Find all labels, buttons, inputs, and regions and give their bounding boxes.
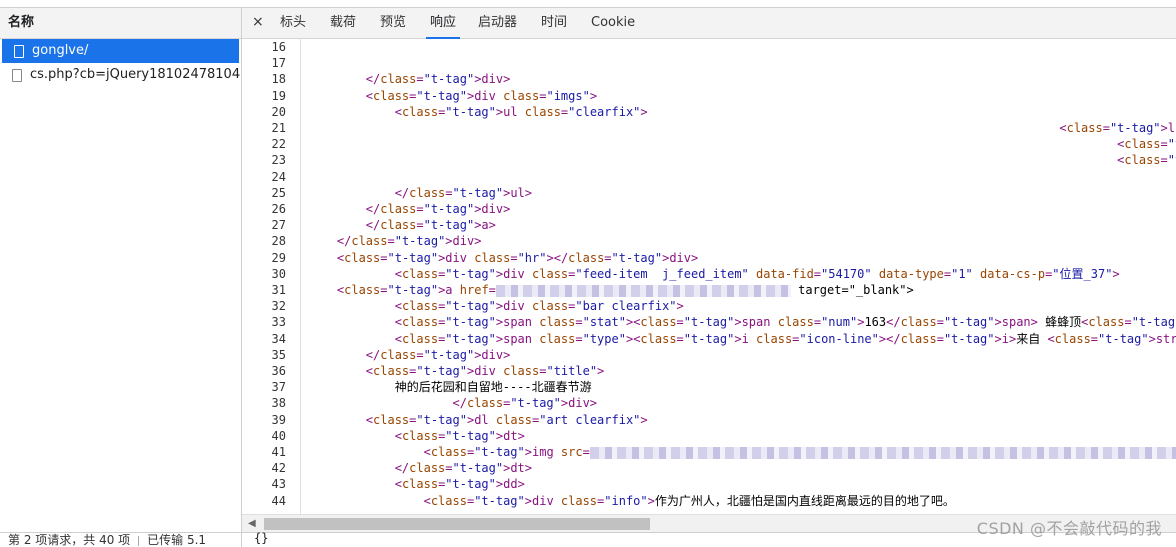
code-text: <class="t-tag">div class="bar clearfix"> [394, 299, 684, 314]
code-text: <class="t-tag">li><class="t-tag">img src… [1117, 153, 1176, 168]
code-text: <class="t-tag">div class="feed-item j_fe… [394, 266, 1120, 281]
code-text: <class="t-tag">dd> [394, 477, 525, 492]
line-number: 16 [271, 40, 286, 54]
document-icon [12, 69, 22, 82]
line-number: 39 [271, 412, 286, 427]
code-text: <class="t-tag">dl class="art clearfix"> [365, 412, 648, 427]
network-status-bar: 第 2 项请求，共 40 项 已传输 5.1 [0, 532, 241, 547]
code-text: </class="t-tag">ul> [394, 185, 533, 200]
line-number: 26 [271, 202, 286, 216]
line-number: 31 [271, 283, 286, 297]
line-number: 38 [271, 396, 286, 411]
code-text: </class="t-tag">div> [365, 202, 511, 216]
code-text: <class="t-tag">span class="stat"><class=… [394, 315, 1176, 330]
code-text: <class="t-tag">div class="title"> [365, 364, 605, 378]
code-text: </class="t-tag">div> [365, 72, 511, 87]
line-number: 29 [271, 250, 286, 265]
code-text: <class="t-tag">li><class="t-tag">img src… [1059, 121, 1176, 135]
redacted-url [495, 284, 791, 297]
line-number: 43 [271, 477, 286, 492]
line-number: 24 [271, 169, 286, 184]
line-number: 33 [271, 315, 286, 330]
name-column-header[interactable]: 名称 [0, 8, 241, 39]
transferred-size: 已传输 5.1 [147, 533, 207, 547]
code-text: 神的后花园和自留地----北疆春节游 [308, 380, 592, 395]
line-number: 17 [271, 56, 286, 71]
line-number: 42 [271, 461, 286, 476]
response-code-view[interactable]: 16 17 18 </class="t-tag">div> 19 <class="t-… [242, 39, 1176, 515]
line-number: 23 [271, 153, 286, 168]
request-name: gonglve/ [32, 43, 89, 58]
line-number: 41 [271, 445, 286, 459]
line-number: 35 [271, 347, 286, 362]
line-number: 21 [271, 121, 286, 135]
tab-initiator[interactable]: 启动器 [478, 8, 517, 38]
code-text: <class="t-tag">div class="info">作为广州人，北疆… [423, 493, 955, 508]
code-text: <class="t-tag">div class="hr"></class="t… [336, 250, 699, 265]
line-number: 20 [271, 104, 286, 119]
line-number: 32 [271, 299, 286, 314]
line-number: 25 [271, 185, 286, 200]
line-number: 27 [271, 218, 286, 233]
code-text: <class="t-tag">div class="imgs"> [365, 88, 598, 103]
top-strip [0, 0, 1176, 8]
tab-payload[interactable]: 载荷 [330, 8, 356, 38]
line-number: 22 [271, 137, 286, 152]
line-number: 36 [271, 364, 286, 378]
close-icon[interactable]: × [252, 14, 264, 30]
code-text: <class="t-tag">dt> [394, 428, 525, 443]
request-item-gonglve[interactable]: gonglve/ [2, 39, 239, 63]
request-count: 第 2 项请求，共 40 项 [8, 533, 131, 547]
line-number: 30 [271, 266, 286, 281]
line-number: 18 [271, 72, 286, 87]
document-icon [14, 45, 24, 58]
details-tab-bar: × 标头 载荷 预览 响应 启动器 时间 Cookie [242, 8, 1176, 39]
details-panel: × 标头 载荷 预览 响应 启动器 时间 Cookie 16 17 18 </cla… [242, 8, 1176, 547]
scroll-left-icon[interactable]: ◀ [248, 518, 256, 529]
tab-response[interactable]: 响应 [425, 8, 461, 39]
code-text: <class="t-tag">img src= [308, 444, 1176, 460]
tab-preview[interactable]: 预览 [380, 8, 406, 38]
tab-timing[interactable]: 时间 [541, 8, 567, 38]
code-text: </class="t-tag">a> [365, 218, 496, 233]
tab-headers[interactable]: 标头 [280, 8, 306, 38]
line-number: 37 [271, 380, 286, 395]
code-text: </class="t-tag">div> [452, 396, 598, 411]
line-number: 40 [271, 428, 286, 443]
code-text: </class="t-tag">dt> [394, 461, 533, 476]
code-text: <class="t-tag">ul class="clearfix"> [394, 104, 648, 119]
line-number: 34 [271, 331, 286, 346]
redacted-url [589, 446, 1176, 459]
line-number: 28 [271, 234, 286, 249]
request-list-panel: 名称 gonglve/ cs.php?cb=jQuery18102478104.… [0, 8, 242, 547]
code-text: <class="t-tag">li><class="t-tag">img src… [1117, 137, 1176, 152]
watermark: CSDN @不会敲代码的我 [976, 519, 1162, 538]
request-name: cs.php?cb=jQuery18102478104... [30, 67, 241, 82]
request-item-cs-php[interactable]: cs.php?cb=jQuery18102478104... [0, 63, 241, 87]
line-number: 44 [271, 493, 286, 508]
line-number: 19 [271, 88, 286, 103]
code-text: </class="t-tag">div> [336, 234, 482, 249]
code-text: </class="t-tag">div> [365, 347, 511, 362]
scrollbar-thumb[interactable] [264, 518, 650, 530]
code-text: <class="t-tag">a href= target="_blank"> [336, 283, 914, 297]
code-text: <class="t-tag">span class="type"><class=… [394, 331, 1176, 346]
pretty-print-button[interactable]: {} [254, 531, 268, 545]
tab-cookie[interactable]: Cookie [591, 8, 635, 38]
